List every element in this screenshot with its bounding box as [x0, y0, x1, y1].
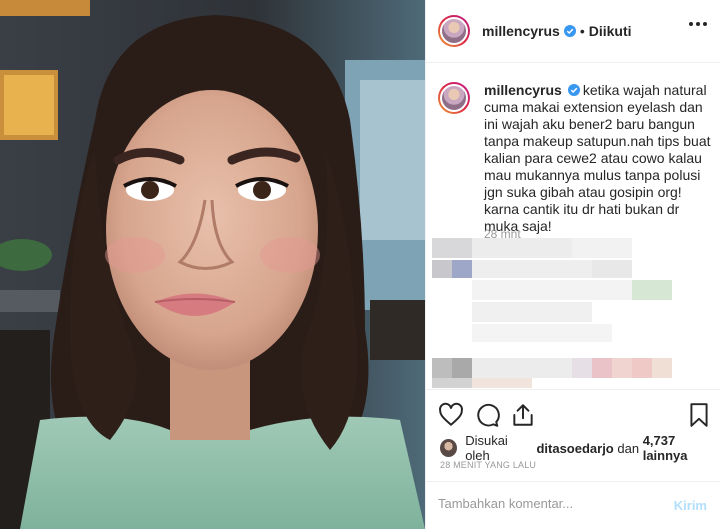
caption-text: ketika wajah natural cuma makai extensio…: [484, 82, 711, 234]
post-photo[interactable]: [0, 0, 425, 529]
post-caption: millencyrus ketika wajah natural cuma ma…: [438, 82, 713, 235]
selfie-image: [0, 0, 425, 529]
post-header: millencyrus • Diikuti: [426, 0, 720, 63]
liker-username[interactable]: ditasoedarjo: [536, 441, 613, 456]
post-comment-button[interactable]: Kirim: [674, 498, 707, 513]
caption-avatar[interactable]: [438, 82, 470, 114]
likes-count[interactable]: 4,737 lainnya: [643, 433, 720, 463]
comment-input[interactable]: [438, 496, 658, 511]
caption-text-block: millencyrus ketika wajah natural cuma ma…: [484, 82, 713, 235]
more-options-icon[interactable]: [689, 22, 707, 26]
share-icon[interactable]: [510, 402, 536, 428]
likes-joiner: dan: [617, 440, 640, 456]
likes-prefix: Disukai oleh: [465, 433, 508, 463]
liker-avatar[interactable]: [440, 439, 458, 457]
heart-icon[interactable]: [438, 402, 464, 428]
post-timestamp[interactable]: 28 MENIT YANG LALU: [440, 460, 536, 470]
bookmark-icon[interactable]: [686, 402, 712, 428]
action-bar: [426, 389, 720, 439]
author-username[interactable]: millencyrus: [482, 23, 560, 39]
author-avatar[interactable]: [438, 15, 470, 47]
comment-box: Kirim: [426, 481, 720, 529]
verified-badge-icon: [567, 84, 580, 96]
verified-badge-icon: [563, 25, 576, 37]
caption-username[interactable]: millencyrus: [484, 82, 562, 98]
following-button[interactable]: Diikuti: [589, 23, 632, 39]
comment-bubble-icon[interactable]: [474, 402, 500, 428]
header-separator: •: [579, 23, 585, 39]
likes-summary: Disukai oleh ditasoedarjo dan 4,737 lain…: [440, 433, 720, 463]
